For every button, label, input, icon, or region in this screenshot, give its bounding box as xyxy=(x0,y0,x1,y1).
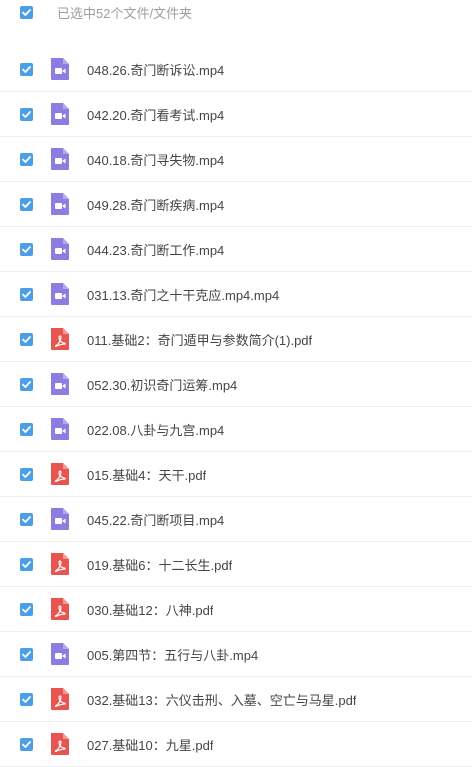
file-name[interactable]: 005.第四节：五行与八卦.mp4 xyxy=(87,645,258,664)
file-checkbox[interactable] xyxy=(20,737,33,751)
file-row[interactable]: 011.基础2：奇门遁甲与参数简介(1).pdf xyxy=(0,317,472,362)
file-checkbox[interactable] xyxy=(20,467,33,481)
video-file-icon xyxy=(51,418,69,440)
checkmark-icon xyxy=(22,515,31,523)
file-row[interactable]: 019.基础6：十二长生.pdf xyxy=(0,542,472,587)
checkmark-icon xyxy=(22,290,31,298)
file-checkbox[interactable] xyxy=(20,62,33,76)
pdf-file-icon xyxy=(51,598,69,620)
file-row[interactable]: 022.08.八卦与九宫.mp4 xyxy=(0,407,472,452)
checkmark-icon xyxy=(22,110,31,118)
file-name[interactable]: 027.基础10：九星.pdf xyxy=(87,735,213,754)
file-checkbox[interactable] xyxy=(20,377,33,391)
file-checkbox[interactable] xyxy=(20,512,33,526)
pdf-file-icon xyxy=(51,463,69,485)
file-checkbox[interactable] xyxy=(20,692,33,706)
file-name[interactable]: 011.基础2：奇门遁甲与参数简介(1).pdf xyxy=(87,330,312,349)
checkmark-icon xyxy=(22,200,31,208)
video-file-icon xyxy=(51,643,69,665)
file-name[interactable]: 031.13.奇门之十干克应.mp4.mp4 xyxy=(87,285,279,304)
checkmark-icon xyxy=(22,335,31,343)
file-row[interactable]: 040.18.奇门寻失物.mp4 xyxy=(0,137,472,182)
file-name[interactable]: 042.20.奇门看考试.mp4 xyxy=(87,105,224,124)
checkmark-icon xyxy=(22,695,31,703)
video-file-icon xyxy=(51,373,69,395)
file-checkbox[interactable] xyxy=(20,557,33,571)
file-name[interactable]: 049.28.奇门断疾病.mp4 xyxy=(87,195,224,214)
file-row[interactable]: 049.28.奇门断疾病.mp4 xyxy=(0,182,472,227)
checkmark-icon xyxy=(22,155,31,163)
selection-header: 已选中52个文件/文件夹 xyxy=(0,0,472,24)
file-checkbox[interactable] xyxy=(20,107,33,121)
video-file-icon xyxy=(51,193,69,215)
checkmark-icon xyxy=(22,425,31,433)
selection-count-label: 已选中52个文件/文件夹 xyxy=(57,5,193,21)
file-checkbox[interactable] xyxy=(20,422,33,436)
file-checkbox[interactable] xyxy=(20,152,33,166)
video-file-icon xyxy=(51,283,69,305)
checkmark-icon xyxy=(22,560,31,568)
file-name[interactable]: 044.23.奇门断工作.mp4 xyxy=(87,240,224,259)
file-row[interactable]: 031.13.奇门之十干克应.mp4.mp4 xyxy=(0,272,472,317)
pdf-file-icon xyxy=(51,733,69,755)
pdf-file-icon xyxy=(51,553,69,575)
video-file-icon xyxy=(51,148,69,170)
file-checkbox[interactable] xyxy=(20,242,33,256)
file-row[interactable]: 027.基础10：九星.pdf xyxy=(0,722,472,767)
file-name[interactable]: 040.18.奇门寻失物.mp4 xyxy=(87,150,224,169)
checkmark-icon xyxy=(22,740,31,748)
select-all-checkbox[interactable] xyxy=(20,5,33,19)
video-file-icon xyxy=(51,508,69,530)
pdf-file-icon xyxy=(51,688,69,710)
file-checkbox[interactable] xyxy=(20,287,33,301)
checkmark-icon xyxy=(22,605,31,613)
file-name[interactable]: 052.30.初识奇门运筹.mp4 xyxy=(87,375,237,394)
video-file-icon xyxy=(51,103,69,125)
file-checkbox[interactable] xyxy=(20,602,33,616)
file-name[interactable]: 022.08.八卦与九宫.mp4 xyxy=(87,420,224,439)
file-name[interactable]: 015.基础4：天干.pdf xyxy=(87,465,206,484)
file-name[interactable]: 048.26.奇门断诉讼.mp4 xyxy=(87,60,224,79)
file-row[interactable]: 032.基础13：六仪击刑、入墓、空亡与马星.pdf xyxy=(0,677,472,722)
file-row[interactable]: 042.20.奇门看考试.mp4 xyxy=(0,92,472,137)
file-name[interactable]: 032.基础13：六仪击刑、入墓、空亡与马星.pdf xyxy=(87,690,356,709)
file-row[interactable]: 045.22.奇门断项目.mp4 xyxy=(0,497,472,542)
checkmark-icon xyxy=(22,245,31,253)
checkmark-icon xyxy=(22,650,31,658)
file-checkbox[interactable] xyxy=(20,332,33,346)
checkmark-icon xyxy=(22,380,31,388)
file-row[interactable]: 044.23.奇门断工作.mp4 xyxy=(0,227,472,272)
file-row[interactable]: 052.30.初识奇门运筹.mp4 xyxy=(0,362,472,407)
file-name[interactable]: 019.基础6：十二长生.pdf xyxy=(87,555,232,574)
file-checkbox[interactable] xyxy=(20,647,33,661)
file-checkbox[interactable] xyxy=(20,197,33,211)
video-file-icon xyxy=(51,238,69,260)
video-file-icon xyxy=(51,58,69,80)
file-name[interactable]: 045.22.奇门断项目.mp4 xyxy=(87,510,224,529)
file-row[interactable]: 048.26.奇门断诉讼.mp4 xyxy=(0,47,472,92)
file-name[interactable]: 030.基础12：八神.pdf xyxy=(87,600,213,619)
pdf-file-icon xyxy=(51,328,69,350)
file-row[interactable]: 005.第四节：五行与八卦.mp4 xyxy=(0,632,472,677)
checkmark-icon xyxy=(22,65,31,73)
checkmark-icon xyxy=(22,8,31,16)
checkmark-icon xyxy=(22,470,31,478)
file-row[interactable]: 015.基础4：天干.pdf xyxy=(0,452,472,497)
file-row[interactable]: 030.基础12：八神.pdf xyxy=(0,587,472,632)
